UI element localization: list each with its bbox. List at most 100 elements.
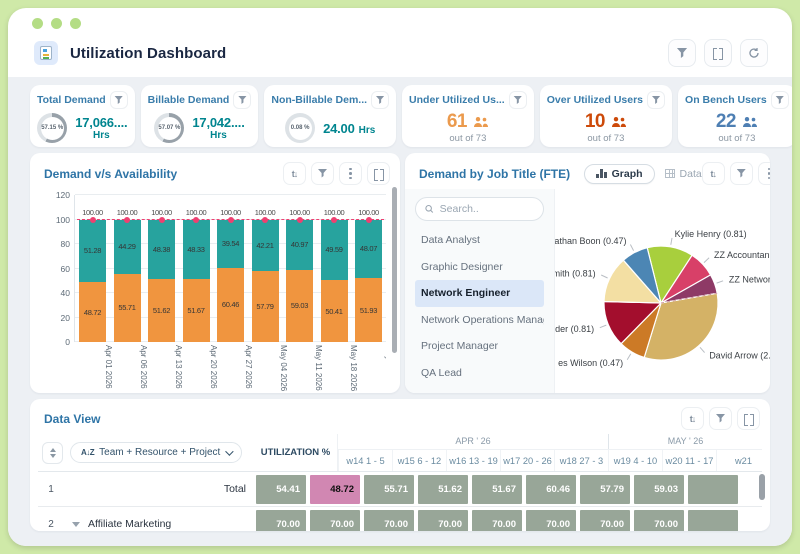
job-title-item[interactable]: Network Operations Manag...	[415, 307, 544, 334]
week-column-header[interactable]: w14 1 - 5	[338, 450, 392, 471]
week-value-cell[interactable]: 70.00	[472, 509, 522, 531]
week-value-cell[interactable]: 70.00	[364, 509, 414, 531]
utilization-segment[interactable]: 57.79	[251, 271, 279, 342]
week-column-header[interactable]: w21	[716, 450, 762, 471]
sort-button[interactable]: t↓	[283, 162, 306, 185]
stacked-bar[interactable]: 100.00 51.28 48.72	[79, 195, 106, 342]
filter-button[interactable]	[668, 39, 696, 67]
stacked-bar[interactable]: 100.00 42.21 57.79	[251, 195, 279, 342]
job-title-item[interactable]: Data Analyst	[415, 227, 544, 254]
utilization-segment[interactable]: 51.67	[182, 278, 210, 342]
utilization-segment[interactable]: 51.62	[148, 278, 175, 342]
stacked-bar[interactable]: 100.00 40.97 59.03	[286, 195, 313, 342]
week-value-cell[interactable]: 55.71	[364, 474, 414, 504]
stacked-bar[interactable]: 100.00 48.07 51.93	[355, 195, 382, 342]
row-name-cell[interactable]: Total	[64, 472, 254, 506]
window-dot[interactable]	[51, 18, 62, 29]
utilization-segment[interactable]: 55.71	[113, 273, 141, 342]
availability-segment[interactable]: 48.33	[182, 219, 210, 279]
week-column-header[interactable]: w18 27 - 3	[554, 450, 608, 471]
availability-segment[interactable]: 39.54	[217, 219, 244, 268]
week-column-header[interactable]: w16 13 - 19	[446, 450, 500, 471]
week-value-cell[interactable]	[688, 474, 738, 504]
job-title-item[interactable]: Software Developer	[415, 386, 544, 393]
sort-button[interactable]: t↓	[701, 162, 725, 185]
week-value-cell[interactable]: 57.79	[580, 474, 630, 504]
table-scrollbar[interactable]	[759, 474, 765, 500]
availability-segment[interactable]: 51.28	[79, 219, 106, 283]
utilization-segment[interactable]: 48.72	[79, 282, 106, 342]
utilization-segment[interactable]: 50.41	[320, 280, 348, 342]
week-value-cell[interactable]: 51.67	[472, 474, 522, 504]
kpi-filter-button[interactable]	[770, 91, 789, 109]
availability-segment[interactable]: 44.29	[113, 219, 141, 274]
utilization-segment[interactable]: 60.46	[217, 267, 244, 342]
job-title-item[interactable]: Graphic Designer	[415, 254, 544, 281]
week-value-cell[interactable]: 70.00	[310, 509, 360, 531]
more-options-button[interactable]	[757, 162, 770, 185]
job-title-item[interactable]: Network Engineer	[415, 280, 544, 307]
stacked-bar[interactable]: 100.00 48.38 51.62	[148, 195, 175, 342]
week-value-cell[interactable]: 70.00	[634, 509, 684, 531]
week-value-cell[interactable]: 70.00	[418, 509, 468, 531]
stacked-bar[interactable]: 100.00 48.33 51.67	[182, 195, 210, 342]
vertical-scrollbar[interactable]	[392, 187, 397, 353]
week-value-cell[interactable]: 70.00	[580, 509, 630, 531]
kpi-filter-button[interactable]	[371, 91, 390, 109]
week-column-header[interactable]: w17 20 - 26	[500, 450, 554, 471]
more-options-button[interactable]	[339, 162, 362, 185]
week-value-cell[interactable]	[688, 509, 738, 531]
fullscreen-icon	[713, 48, 723, 60]
data-tab[interactable]: Data	[664, 168, 702, 180]
window-dot[interactable]	[32, 18, 43, 29]
job-title-item[interactable]: QA Lead	[415, 360, 544, 387]
row-expand-stepper[interactable]	[42, 441, 63, 464]
week-value-cell[interactable]: 70.00	[526, 509, 576, 531]
utilization-segment[interactable]: 51.93	[355, 278, 382, 342]
week-column-header[interactable]: w15 6 - 12	[392, 450, 446, 471]
availability-segment[interactable]: 40.97	[286, 219, 313, 270]
week-value-cell-highlighted[interactable]: 48.72	[310, 474, 360, 504]
week-value-cell[interactable]: 60.46	[526, 474, 576, 504]
target-point	[89, 216, 96, 223]
utilization-cell[interactable]: 54.41	[256, 474, 306, 504]
filter-button[interactable]	[311, 162, 334, 185]
utilization-cell[interactable]: 70.00	[256, 509, 306, 531]
graph-tab[interactable]: Graph	[584, 163, 655, 184]
users-icon	[473, 117, 488, 127]
row-name-cell[interactable]: Affiliate Marketing	[64, 507, 254, 531]
label-connector	[670, 237, 673, 245]
utilization-segment[interactable]: 59.03	[286, 269, 313, 342]
fullscreen-button[interactable]	[737, 407, 760, 430]
app-header: Utilization Dashboard	[8, 29, 792, 77]
week-column-header[interactable]: w20 11 - 17	[662, 450, 716, 471]
grouping-dropdown[interactable]: A↓Z Team + Resource + Project	[70, 442, 243, 463]
availability-segment[interactable]: 49.59	[320, 219, 348, 281]
sort-button[interactable]: t↓	[681, 407, 704, 430]
availability-segment[interactable]: 48.38	[148, 219, 175, 279]
week-value-cell[interactable]: 59.03	[634, 474, 684, 504]
search-input[interactable]	[439, 203, 534, 215]
fullscreen-button[interactable]	[704, 39, 732, 67]
week-column-header[interactable]: w19 4 - 10	[608, 450, 662, 471]
week-value-cell[interactable]: 51.62	[418, 474, 468, 504]
availability-segment[interactable]: 48.07	[355, 219, 382, 279]
kpi-filter-button[interactable]	[508, 91, 527, 109]
refresh-button[interactable]	[740, 39, 768, 67]
kpi-filter-button[interactable]	[233, 91, 252, 109]
filter-button[interactable]	[709, 407, 732, 430]
stacked-bar[interactable]: 100.00 49.59 50.41	[320, 195, 348, 342]
availability-segment[interactable]: 42.21	[251, 219, 279, 272]
window-dot[interactable]	[70, 18, 81, 29]
kpi-filter-button[interactable]	[647, 91, 666, 109]
filter-button[interactable]	[729, 162, 753, 185]
fullscreen-button[interactable]	[367, 162, 390, 185]
kpi-filter-button[interactable]	[109, 91, 128, 109]
job-title-item[interactable]: Project Manager	[415, 333, 544, 360]
search-icon	[425, 205, 434, 213]
row-expander-icon[interactable]	[72, 521, 80, 527]
stacked-bar[interactable]: 100.00 44.29 55.71	[113, 195, 141, 342]
stacked-bar[interactable]: 100.00 39.54 60.46	[217, 195, 244, 342]
fullscreen-icon	[373, 168, 384, 181]
target-point	[331, 216, 337, 223]
